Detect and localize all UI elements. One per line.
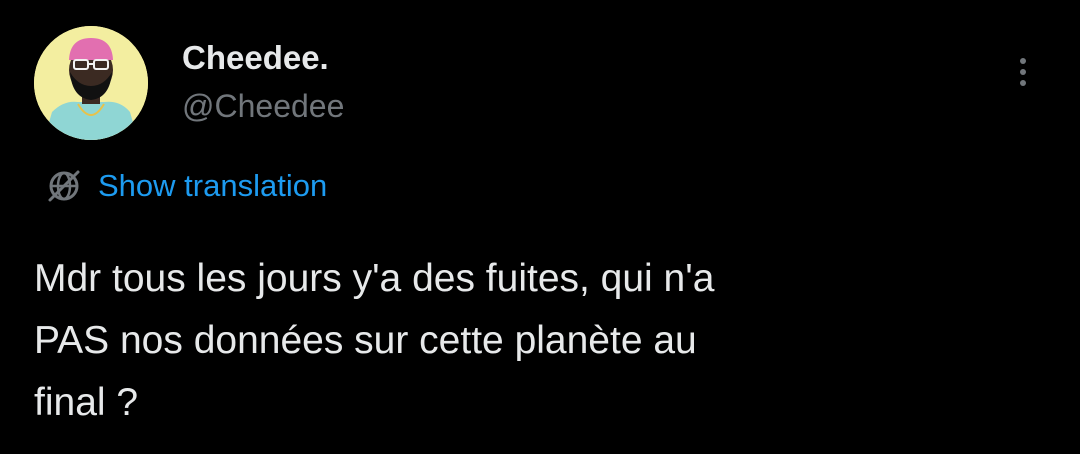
tweet-text-line: Mdr tous les jours y'a des fuites, qui n… — [34, 257, 715, 300]
show-translation-link[interactable]: Show translation — [44, 164, 327, 208]
avatar[interactable] — [34, 26, 148, 140]
more-options-button[interactable] — [1008, 50, 1038, 94]
tweet-text-line: final ? — [34, 381, 139, 424]
show-translation-label: Show translation — [98, 168, 328, 203]
tweet-text: Mdr tous les jours y'a des fuites, qui n… — [34, 248, 1034, 434]
avatar-illustration — [34, 26, 148, 140]
more-vertical-icon — [1020, 58, 1026, 64]
tweet-text-line: PAS nos données sur cette planète au — [34, 319, 697, 362]
tweet-card: Cheedee. @Cheedee Show translation Mdr t… — [0, 0, 1080, 454]
author-handle[interactable]: @Cheedee — [182, 86, 344, 126]
author-display-name[interactable]: Cheedee. — [182, 38, 329, 78]
globe-icon — [48, 170, 80, 202]
